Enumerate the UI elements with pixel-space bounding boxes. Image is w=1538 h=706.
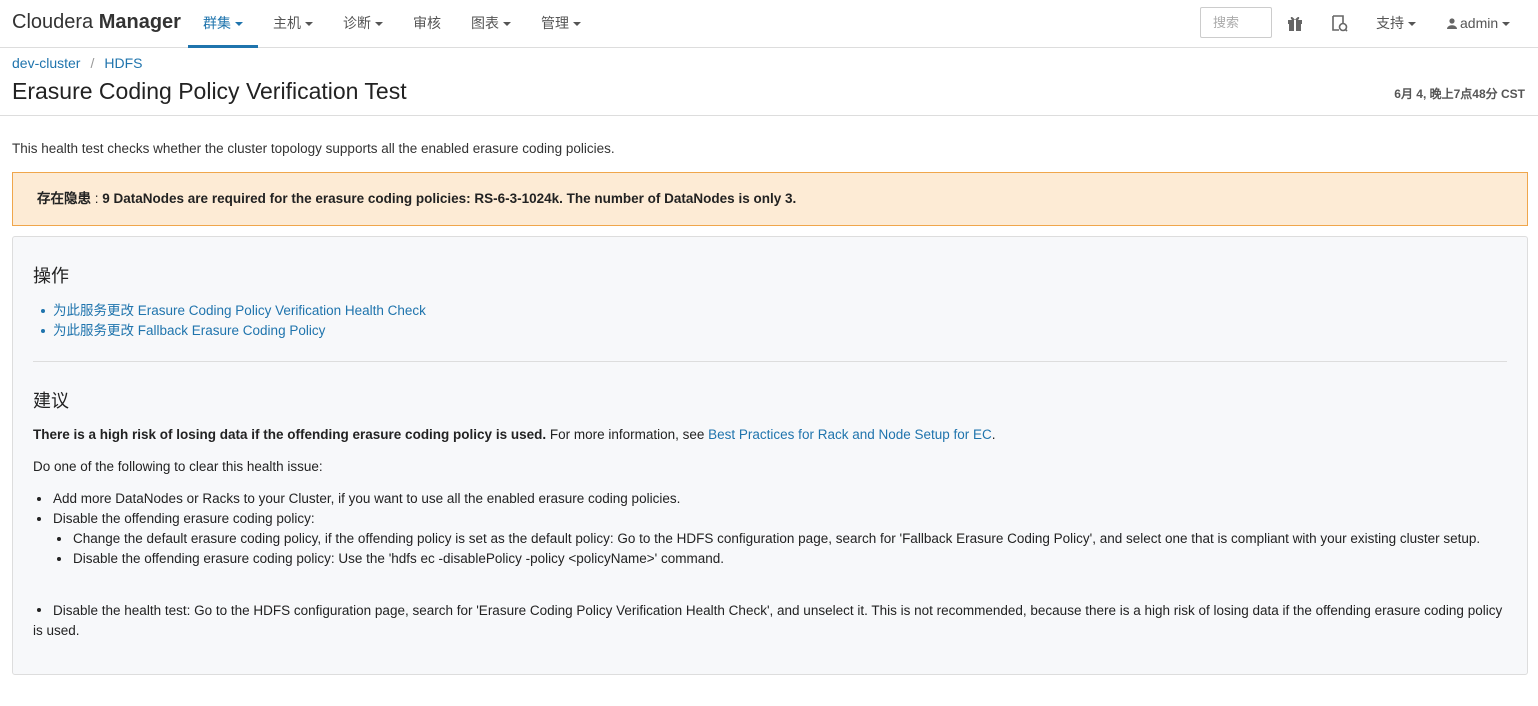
chevron-down-icon: [573, 22, 581, 27]
breadcrumb-separator: /: [90, 55, 95, 71]
risk-bold-text: There is a high risk of losing data if t…: [33, 427, 547, 442]
timestamp[interactable]: 6月 4, 晚上7点48分 CST: [1394, 85, 1525, 102]
chevron-down-icon: [503, 22, 511, 27]
list-item-text: Change the default erasure coding policy…: [73, 531, 1481, 546]
test-description: This health test checks whether the clus…: [12, 141, 615, 156]
title-divider: [0, 115, 1538, 116]
best-practices-link[interactable]: Best Practices for Rack and Node Setup f…: [708, 427, 992, 442]
list-item: 为此服务更改 Erasure Coding Policy Verificatio…: [41, 301, 426, 321]
user-menu[interactable]: admin: [1447, 0, 1511, 48]
list-item: Disable the offending erasure coding pol…: [53, 549, 1513, 569]
nav-item-hosts[interactable]: 主机: [258, 0, 328, 48]
nav-item-administration[interactable]: 管理: [526, 0, 596, 48]
panel-divider: [33, 361, 1507, 362]
nav-item-label: 主机: [273, 15, 301, 31]
list-item: Change the default erasure coding policy…: [53, 529, 1513, 549]
chevron-down-icon: [1502, 22, 1511, 27]
more-info-text: For more information, see: [546, 427, 709, 442]
nav-item-label: 图表: [471, 15, 499, 31]
list-item: Disable the offending erasure coding pol…: [33, 509, 1513, 569]
breadcrumb: dev-cluster / HDFS: [12, 55, 142, 71]
recommendation-intro: Do one of the following to clear this he…: [33, 459, 323, 474]
user-label: admin: [1460, 15, 1499, 31]
actions-heading: 操作: [33, 266, 69, 286]
breadcrumb-cluster-link[interactable]: dev-cluster: [12, 55, 80, 71]
risk-statement: There is a high risk of losing data if t…: [33, 425, 996, 445]
chevron-down-icon: [1408, 22, 1416, 27]
alert-message: 9 DataNodes are required for the erasure…: [102, 191, 797, 206]
list-item-text: Disable the offending erasure coding pol…: [73, 551, 724, 566]
nav-item-label: 管理: [541, 15, 569, 31]
nav-item-label: 诊断: [343, 15, 371, 31]
breadcrumb-service-link[interactable]: HDFS: [104, 55, 142, 71]
list-item: Disable the health test: Go to the HDFS …: [33, 601, 1513, 641]
running-commands-icon[interactable]: [1330, 14, 1348, 32]
health-alert: 存在隐患 : 9 DataNodes are required for the …: [12, 172, 1528, 226]
list-item-text: Disable the offending erasure coding pol…: [53, 511, 315, 526]
nav-item-label: 群集: [203, 15, 231, 31]
nav-item-clusters[interactable]: 群集: [188, 0, 258, 48]
support-menu[interactable]: 支持: [1376, 0, 1416, 48]
support-label: 支持: [1376, 15, 1404, 31]
brand-part2: Manager: [98, 11, 181, 33]
chevron-down-icon: [235, 22, 243, 27]
brand-logo[interactable]: Cloudera Manager: [12, 11, 181, 34]
alert-colon: :: [91, 191, 103, 206]
bullet-icon: [37, 608, 41, 613]
brand-part1: Cloudera: [12, 11, 99, 33]
nav-item-label: 审核: [413, 15, 441, 31]
nav-item-diagnostics[interactable]: 诊断: [328, 0, 398, 48]
details-panel: 操作 为此服务更改 Erasure Coding Policy Verifica…: [12, 236, 1528, 675]
nav-item-charts[interactable]: 图表: [456, 0, 526, 48]
list-item-text: Add more DataNodes or Racks to your Clus…: [53, 491, 681, 506]
alert-prefix: 存在隐患: [37, 191, 91, 206]
search-input[interactable]: [1200, 7, 1272, 38]
gift-icon[interactable]: [1286, 14, 1304, 32]
user-icon: [1447, 18, 1457, 29]
action-link-fallback-policy[interactable]: 为此服务更改 Fallback Erasure Coding Policy: [53, 323, 325, 338]
list-item-text: Disable the health test: Go to the HDFS …: [33, 603, 1503, 638]
recommendation-heading: 建议: [33, 391, 69, 411]
main-nav: 群集 主机 诊断 审核 图表 管理: [188, 0, 596, 48]
page-title: Erasure Coding Policy Verification Test: [12, 78, 407, 104]
action-link-health-check[interactable]: 为此服务更改 Erasure Coding Policy Verificatio…: [53, 303, 426, 318]
top-navbar: Cloudera Manager 群集 主机 诊断 审核 图表 管理 搜索 支持…: [0, 0, 1538, 48]
list-item: Add more DataNodes or Racks to your Clus…: [33, 489, 1513, 509]
chevron-down-icon: [375, 22, 383, 27]
nav-item-audits[interactable]: 审核: [398, 0, 456, 48]
sub-list: Change the default erasure coding policy…: [53, 529, 1513, 569]
recommendation-list: Add more DataNodes or Racks to your Clus…: [33, 489, 1513, 569]
chevron-down-icon: [305, 22, 313, 27]
actions-list: 为此服务更改 Erasure Coding Policy Verificatio…: [41, 301, 426, 341]
list-item: 为此服务更改 Fallback Erasure Coding Policy: [41, 321, 426, 341]
period-text: .: [991, 427, 996, 442]
